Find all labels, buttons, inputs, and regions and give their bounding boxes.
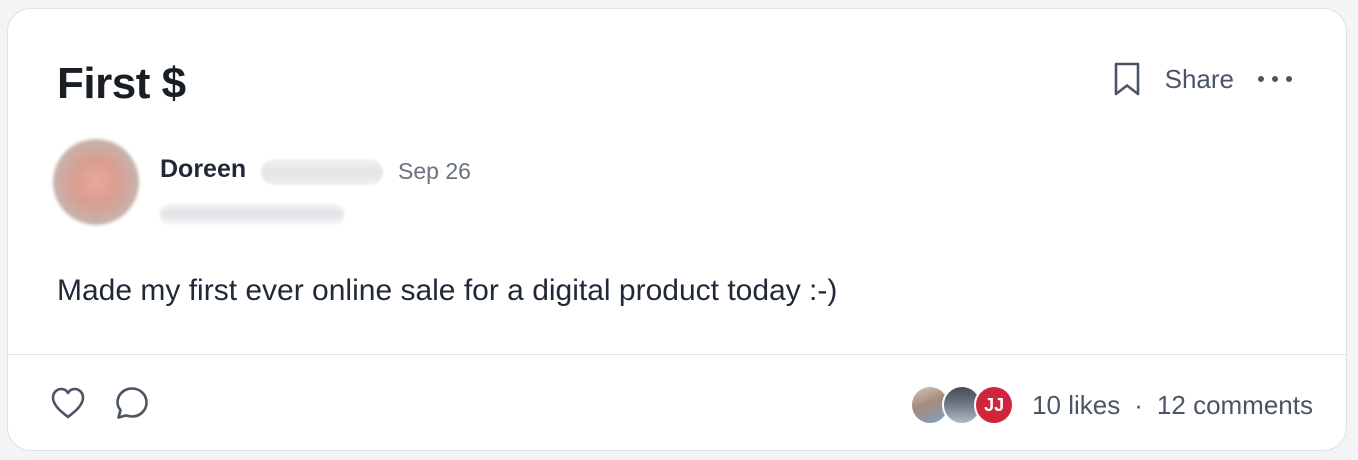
- liker-avatars[interactable]: JJ: [910, 385, 1015, 425]
- more-horizontal-icon: [1258, 76, 1292, 82]
- liker-avatar-initials: JJ: [974, 385, 1015, 425]
- post-body: Made my first ever online sale for a dig…: [57, 274, 838, 307]
- post-date: Sep 26: [398, 158, 471, 184]
- more-options-button[interactable]: [1256, 59, 1294, 99]
- author-block: Doreen Sep 26: [53, 139, 753, 229]
- author-avatar[interactable]: [53, 139, 139, 225]
- bookmark-button[interactable]: [1109, 59, 1145, 99]
- comment-button[interactable]: [114, 385, 150, 421]
- author-name[interactable]: Doreen: [160, 154, 246, 184]
- share-button[interactable]: Share: [1165, 59, 1234, 99]
- comments-count[interactable]: 12 comments: [1157, 385, 1313, 425]
- reaction-actions: [50, 385, 150, 421]
- post-title: First $: [57, 59, 186, 108]
- author-name-redaction: [261, 159, 383, 185]
- likes-count[interactable]: 10 likes: [1032, 385, 1120, 425]
- comment-bubble-icon: [116, 387, 148, 419]
- bookmark-icon: [1114, 62, 1139, 96]
- author-subtitle-redaction: [160, 204, 344, 224]
- heart-icon: [51, 387, 85, 419]
- engagement-summary: JJ 10 likes · 12 comments: [910, 383, 1313, 427]
- post-header-actions: Share: [1109, 59, 1294, 99]
- like-button[interactable]: [50, 385, 86, 421]
- footer-divider: [8, 354, 1346, 355]
- post-card: First $ Share Doreen Sep 26 Made my firs…: [7, 8, 1347, 451]
- separator-dot: ·: [1134, 390, 1143, 420]
